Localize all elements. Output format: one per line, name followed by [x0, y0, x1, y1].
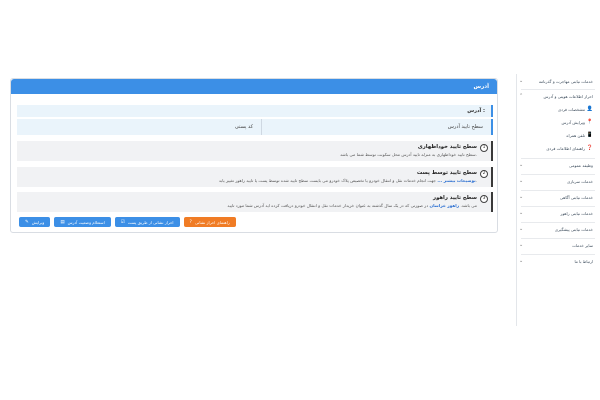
chevron-down-icon: ⌄ [519, 258, 524, 264]
chevron-down-icon: ⌄ [519, 162, 524, 168]
chevron-down-icon: ⌄ [519, 78, 524, 84]
post-verify-button[interactable]: ☑ احراز نشانی از طریق پست [114, 217, 180, 227]
postal-code-cell: کد پستی [17, 119, 261, 135]
address-label: آدرس : [467, 108, 485, 114]
sidebar-item-personal-info[interactable]: 👤 مشخصات فردی [517, 104, 597, 116]
card-icon: ▤ [60, 219, 65, 225]
sidebar: ⌄ خدمات نیابتی مهاجرت و گذرنامه ⌃ احراز … [516, 74, 600, 326]
level-description: می باشد. راهور خراسان در صورتی که در یک … [227, 203, 477, 208]
level-description: سطح تایید خوداظهاری به منزله تایید آدرس … [340, 152, 477, 157]
sidebar-item-military[interactable]: ⌄ خدمات سربازی [517, 176, 597, 188]
chevron-down-icon: ⌄ [519, 210, 524, 216]
more-info-link[interactable]: توضیحات بیشتر ... [437, 178, 475, 183]
phone-icon: 📱 [586, 132, 593, 138]
sidebar-item-passport[interactable]: ⌄ خدمات نیابتی مهاجرت و گذرنامه [517, 76, 597, 88]
level-number-badge: 3 [480, 195, 488, 203]
level-description: توضیحات بیشتر ... جهت انجام خدمات نقل و … [218, 178, 477, 183]
level-title: سطح تایید خوداظهاری [417, 144, 477, 150]
card-title: آدرس [473, 83, 489, 90]
address-card: آدرس آدرس : کد پستی سطح تایید آدرس 1 سطح… [10, 78, 498, 233]
chevron-down-icon: ⌄ [519, 242, 524, 248]
sidebar-item-identity[interactable]: ⌃ احراز اطلاعات هویتی و آدرس [517, 91, 597, 103]
location-pin-icon: 📍 [586, 119, 593, 125]
address-details-row: کد پستی سطح تایید آدرس [17, 119, 493, 135]
sidebar-item-duty[interactable]: ⌄ وظیفه عمومی [517, 160, 597, 172]
chevron-up-icon: ⌃ [519, 93, 524, 99]
chevron-down-icon: ⌄ [519, 226, 524, 232]
sidebar-item-help[interactable]: ❓ راهنمای اطلاعات فردی [517, 143, 597, 155]
level-number-badge: 1 [480, 144, 488, 152]
verify-level-cell: سطح تایید آدرس [261, 119, 491, 135]
pencil-icon: ✎ [25, 219, 29, 225]
check-icon: ☑ [120, 219, 125, 225]
guide-button[interactable]: ? راهنمای احراز نشانی [183, 217, 236, 227]
level-post: 2 سطح تایید توسط پست توضیحات بیشتر ... ج… [17, 167, 493, 187]
sidebar-item-other[interactable]: ⌄ سایر خدمات [517, 240, 597, 252]
sidebar-item-edit-address[interactable]: 📍 ویرایش آدرس [517, 117, 597, 129]
sidebar-item-police-agahi[interactable]: ⌄ خدمات نیابتی آگاهی [517, 192, 597, 204]
level-self-declared: 1 سطح تایید خوداظهاری سطح تایید خوداظهار… [17, 141, 493, 161]
sidebar-item-contact[interactable]: ⌄ ارتباط با ما [517, 256, 597, 268]
chevron-down-icon: ⌄ [519, 178, 524, 184]
postal-code-label: کد پستی [234, 124, 253, 130]
status-inquiry-button[interactable]: ▤ استعلام وضعیت آدرس [54, 217, 111, 227]
sidebar-item-mobile[interactable]: 📱 تلفن همراه [517, 130, 597, 142]
level-number-badge: 2 [480, 170, 488, 178]
address-row: آدرس : [17, 105, 493, 117]
action-buttons: ✎ ویرایش ▤ استعلام وضعیت آدرس ☑ احراز نش… [19, 217, 236, 227]
level-police: 3 سطح تایید راهور می باشد. راهور خراسان … [17, 192, 493, 212]
user-icon: 👤 [586, 106, 593, 112]
level-title: سطح تایید راهور [433, 195, 477, 201]
edit-button[interactable]: ✎ ویرایش [19, 217, 51, 227]
sidebar-item-prevention[interactable]: ⌄ خدمات نیابتی پیشگیری [517, 224, 597, 236]
question-icon: ? [189, 219, 192, 225]
card-header: آدرس [11, 79, 497, 94]
sidebar-item-rahvar[interactable]: ⌄ خدمات نیابتی راهور [517, 208, 597, 220]
level-title: سطح تایید توسط پست [416, 170, 477, 176]
police-link[interactable]: راهور خراسان [430, 203, 460, 208]
verify-level-label: سطح تایید آدرس [447, 124, 483, 130]
chevron-down-icon: ⌄ [519, 194, 524, 200]
help-icon: ❓ [586, 145, 593, 151]
